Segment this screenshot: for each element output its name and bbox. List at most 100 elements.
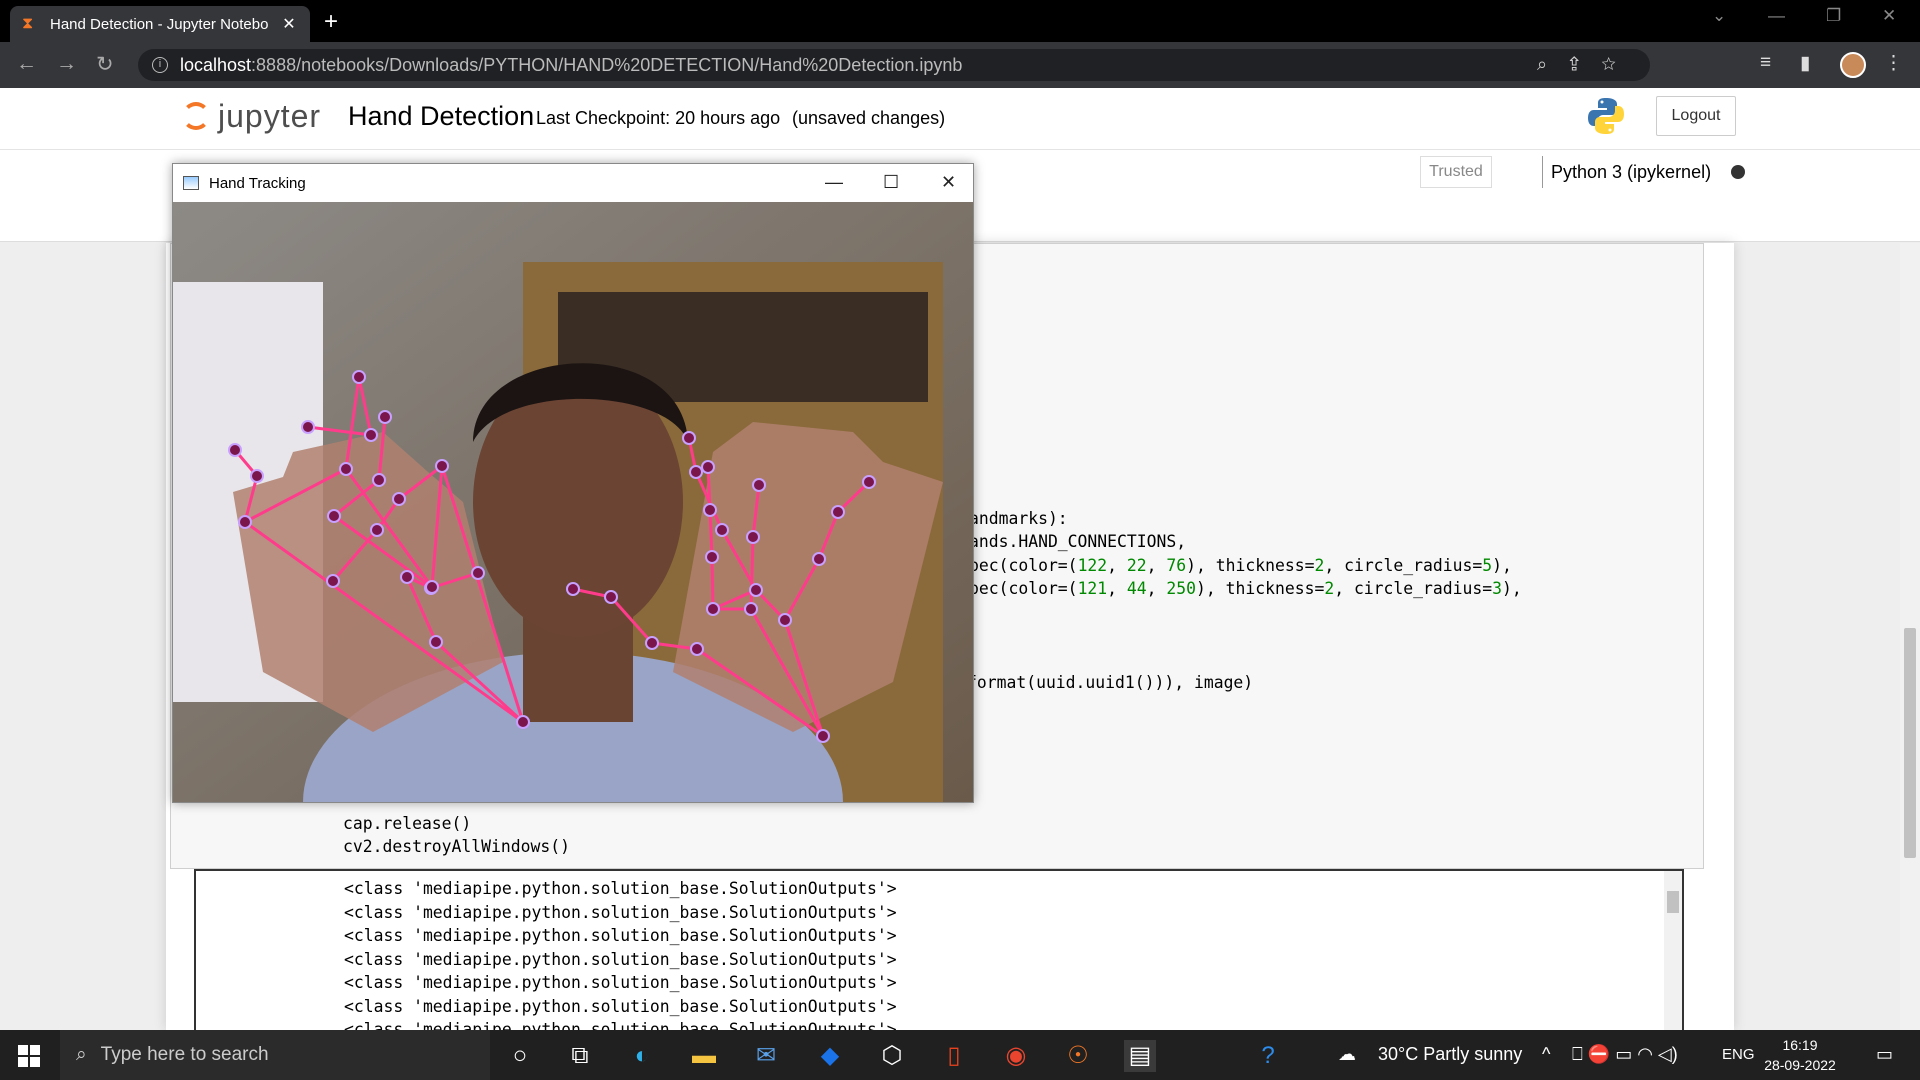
tray-icons[interactable]: ⎕ ⛔ ▭ ◠ ◁) [1572,1044,1678,1065]
jupyter-logo[interactable]: jupyter [180,96,321,136]
clock-time: 16:19 [1782,1037,1818,1053]
hand-landmark [352,370,366,384]
output-area[interactable]: <class 'mediapipe.python.solution_base.S… [194,869,1684,1039]
cv-minimize-button[interactable]: — [825,172,843,193]
trusted-indicator[interactable]: Trusted [1420,156,1492,188]
kernel-indicator[interactable]: Python 3 (ipykernel) [1542,156,1746,188]
hand-landmark [327,509,341,523]
close-tab-icon[interactable]: ✕ [280,14,298,34]
close-window-button[interactable]: ✕ [1882,6,1896,26]
back-icon[interactable]: ← [16,52,37,76]
output-line: <class 'mediapipe.python.solution_base.S… [344,879,897,898]
notification-icon[interactable]: ▭ [1876,1044,1893,1065]
code-line: cap.release() [343,814,472,833]
hand-landmark [715,523,729,537]
weather-text[interactable]: 30°C Partly sunny [1378,1044,1522,1065]
cv-maximize-button[interactable]: ☐ [883,172,899,193]
code-line: ands.HAND_CONNECTIONS, [969,532,1187,551]
page-scrollbar-thumb[interactable] [1904,628,1916,858]
hand-landmark [703,503,717,517]
hand-landmark [816,729,830,743]
chrome-icon[interactable]: ◉ [1000,1040,1032,1072]
hand-landmark [744,602,758,616]
forward-icon[interactable]: → [56,52,77,76]
hand-landmark [400,570,414,584]
edge-icon[interactable]: ◐ [626,1040,658,1072]
hand-landmark [831,505,845,519]
hand-landmark [378,410,392,424]
kernel-name: Python 3 (ipykernel) [1551,161,1712,182]
windows-taskbar: ⌕ Type here to search ○ ⧉ ◐ ▬ ✉ ◆ ⬡ ▯ ◉ … [0,1030,1920,1080]
webcam-frame [173,202,973,802]
url-host: localhost [180,54,252,75]
app-icon[interactable]: ⬡ [876,1040,908,1072]
code-line: pec(color=(121, 44, 250), thickness=2, c… [969,579,1522,598]
cv-window-title: Hand Tracking [209,174,306,192]
taskbar-clock[interactable]: 16:19 28-09-2022 [1760,1035,1840,1075]
office-icon[interactable]: ▯ [938,1040,970,1072]
reload-icon[interactable]: ↻ [96,52,114,77]
jupyter-logo-icon [180,96,212,136]
hand-landmark [862,475,876,489]
minimize-button[interactable]: — [1768,6,1785,26]
help-icon[interactable]: ? [1252,1040,1284,1072]
clock-date: 28-09-2022 [1764,1057,1836,1073]
url-path: :8888/notebooks/Downloads/PYTHON/HAND%20… [251,54,963,75]
tab-hand-detection[interactable]: ⧗ Hand Detection - Jupyter Notebo ✕ [10,6,310,42]
hand-landmark [746,530,760,544]
hand-landmark [250,469,264,483]
dropbox-icon[interactable]: ◆ [814,1040,846,1072]
address-toolbar: ← → ↻ i localhost:8888/notebooks/Downloa… [0,42,1920,88]
notepad-icon[interactable]: ▤ [1124,1040,1156,1072]
hand-landmark [778,613,792,627]
search-placeholder: Type here to search [100,1044,269,1065]
hand-landmark [645,636,659,650]
jupyter-header: jupyter Hand Detection Last Checkpoint: … [0,88,1920,150]
code-line: pec(color=(122, 22, 76), thickness=2, ci… [969,556,1512,575]
media-control-icon[interactable]: ≡ [1760,52,1771,74]
weather-icon[interactable]: ☁ [1338,1044,1356,1065]
page-scrollbar[interactable] [1900,243,1920,1030]
mail-icon[interactable]: ✉ [750,1040,782,1072]
window-app-icon [183,176,199,190]
tray-overflow-icon[interactable]: ^ [1542,1044,1550,1065]
hand-landmark [682,431,696,445]
cv-close-button[interactable]: ✕ [941,172,956,193]
output-line: <class 'mediapipe.python.solution_base.S… [344,902,897,922]
url-bar[interactable]: i localhost:8888/notebooks/Downloads/PYT… [138,49,1650,81]
hand-landmark [690,642,704,656]
hand-landmark [435,459,449,473]
new-tab-button[interactable]: + [324,8,338,36]
hand-landmark [516,715,530,729]
output-scrollbar[interactable] [1664,871,1682,1037]
hand-connection [710,556,715,610]
cv-window-titlebar[interactable]: Hand Tracking — ☐ ✕ [173,164,973,202]
windows-start-icon[interactable] [18,1045,40,1067]
logout-button[interactable]: Logout [1656,96,1736,136]
profile-avatar[interactable] [1840,52,1866,78]
code-line: andmarks): [969,509,1068,528]
file-explorer-icon[interactable]: ▬ [688,1040,720,1072]
language-indicator[interactable]: ENG [1722,1046,1755,1063]
site-info-icon[interactable]: i [152,57,168,73]
hand-landmark [301,420,315,434]
hand-tracking-window[interactable]: Hand Tracking — ☐ ✕ [172,163,974,803]
taskbar-search-input[interactable]: ⌕ Type here to search [60,1030,490,1080]
jupyter-taskbar-icon[interactable]: ☉ [1062,1040,1094,1072]
tab-search-icon[interactable]: ⌄ [1712,6,1726,26]
restore-button[interactable]: ❐ [1826,6,1841,26]
hand-landmark [364,428,378,442]
task-view-icon[interactable]: ⧉ [564,1040,596,1072]
hand-landmark [326,574,340,588]
hand-landmark [604,590,618,604]
hand-connection [749,536,755,610]
cortana-icon[interactable]: ○ [504,1040,536,1072]
side-panel-icon[interactable]: ▮ [1800,52,1810,75]
output-line: <class 'mediapipe.python.solution_base.S… [344,996,897,1016]
hand-landmark [471,566,485,580]
browser-menu-icon[interactable]: ⋮ [1884,52,1903,75]
output-line: <class 'mediapipe.python.solution_base.S… [344,973,897,992]
url-bar-icons[interactable]: ⌕⇪☆ [1537,54,1638,75]
notebook-title[interactable]: Hand Detection [348,101,534,132]
code-line: format(uuid.uuid1())), image) [967,673,1254,692]
